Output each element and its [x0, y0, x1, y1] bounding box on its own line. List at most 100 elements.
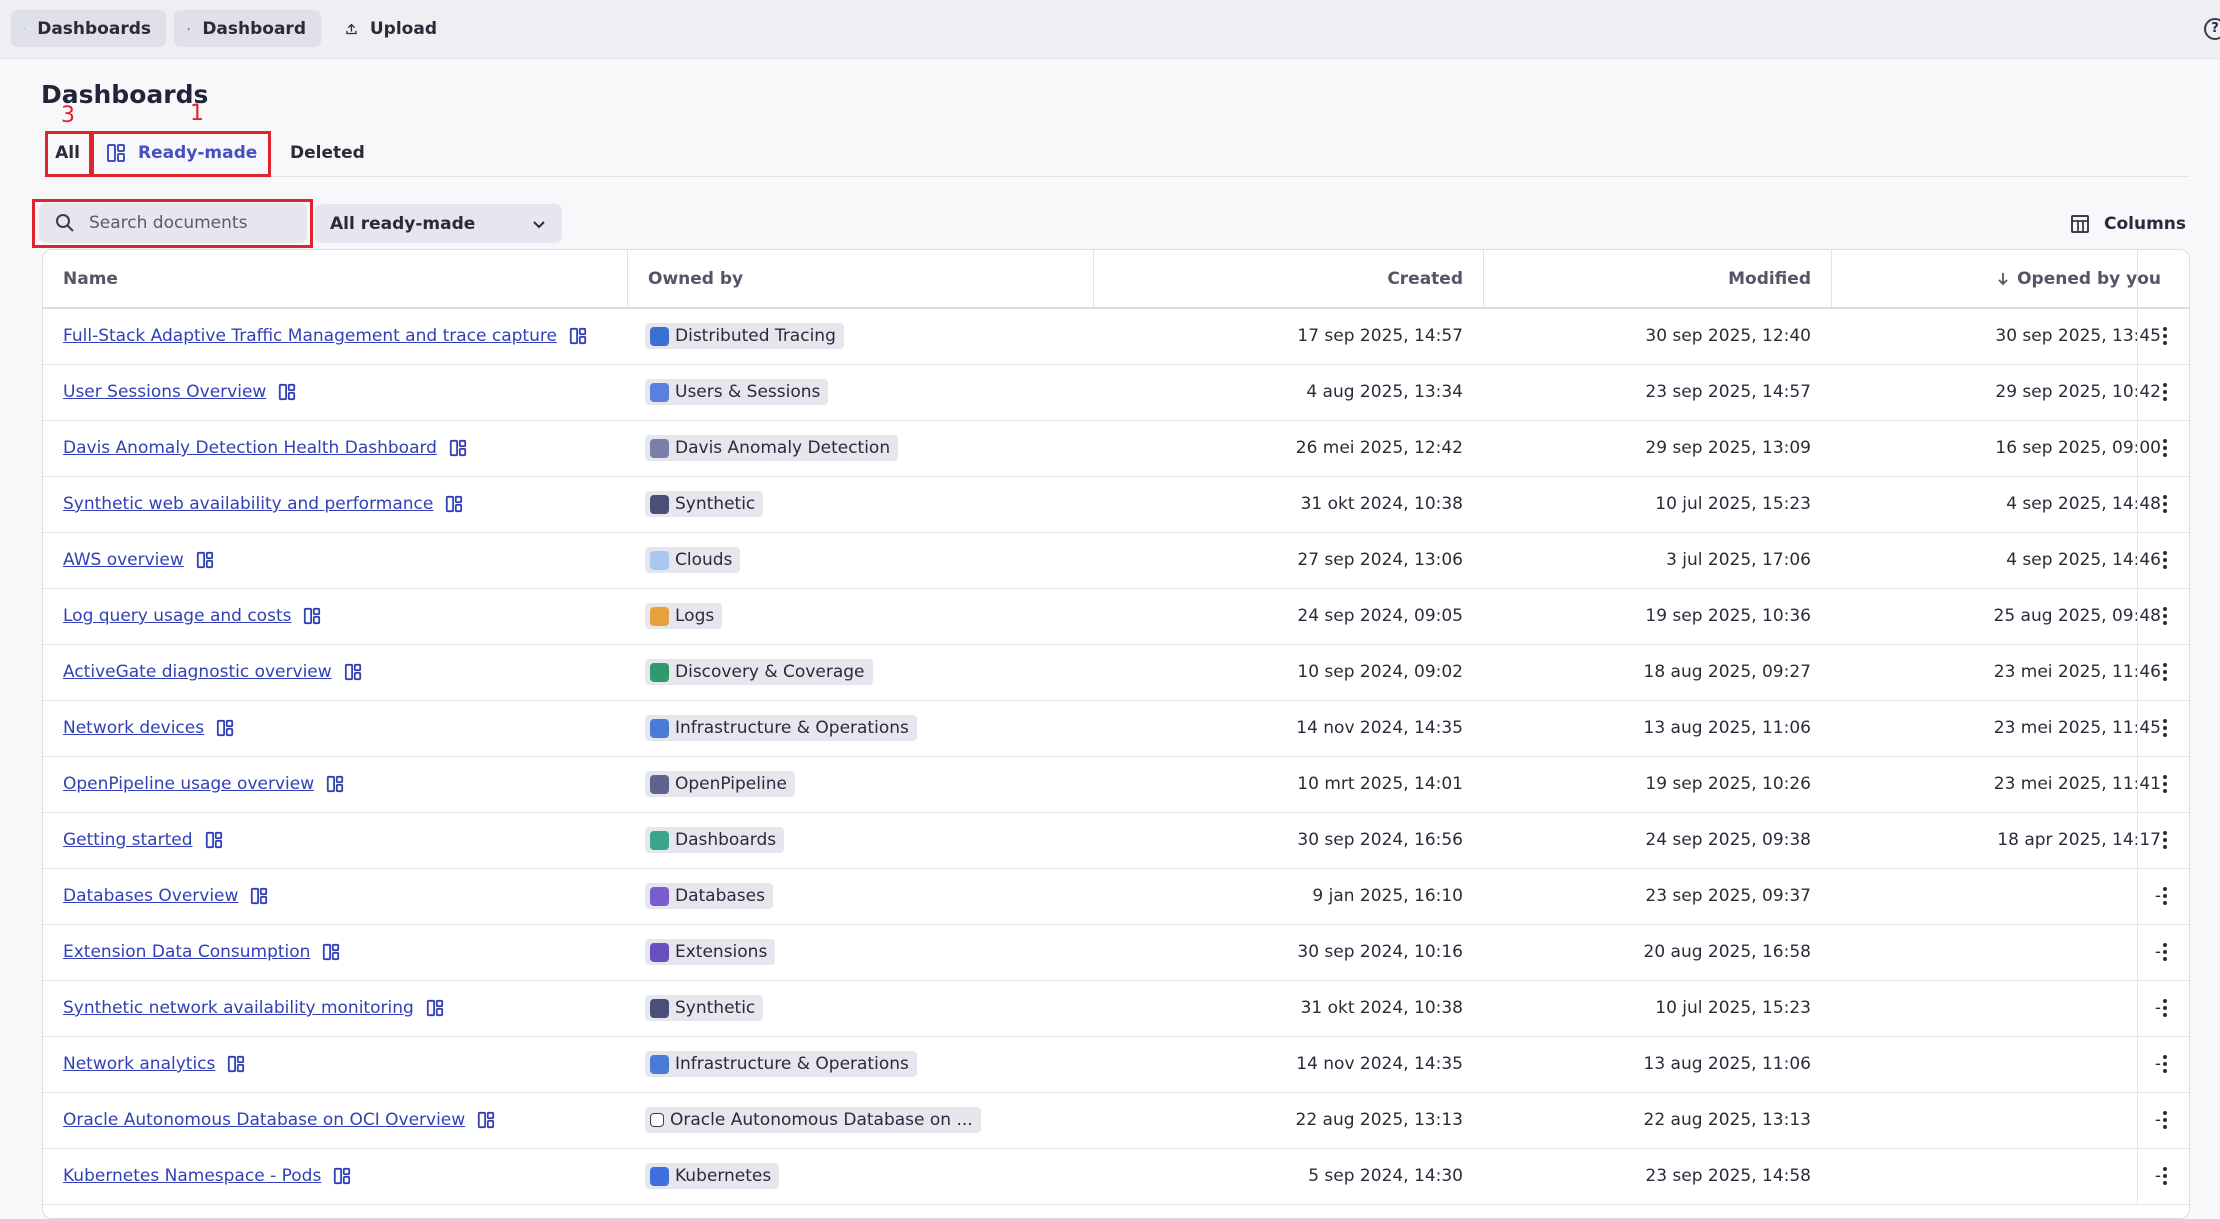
dashboard-link[interactable]: ActiveGate diagnostic overview — [63, 662, 332, 682]
dashboard-link[interactable]: Log query usage and costs — [63, 606, 291, 626]
table-row[interactable]: Synthetic network availability monitorin… — [43, 980, 2189, 1037]
table-row[interactable]: Network devicesInfrastructure & Operatio… — [43, 700, 2189, 757]
row-actions-button[interactable] — [2137, 868, 2190, 924]
table-row[interactable]: User Sessions OverviewUsers & Sessions4 … — [43, 364, 2189, 421]
dashboard-link[interactable]: Full-Stack Adaptive Traffic Management a… — [63, 326, 557, 346]
sort-descending-icon — [1997, 272, 2009, 286]
dashboard-link[interactable]: Synthetic network availability monitorin… — [63, 998, 414, 1018]
table-row[interactable]: Davis Anomaly Detection Health Dashboard… — [43, 420, 2189, 477]
opened-cell: 18 apr 2025, 14:17 — [1831, 812, 2161, 868]
opened-cell: - — [1831, 1092, 2161, 1148]
row-actions-button[interactable] — [2137, 532, 2190, 588]
table-row[interactable]: ActiveGate diagnostic overview Discovery … — [43, 644, 2189, 701]
created-cell: 4 aug 2025, 13:34 — [1093, 364, 1463, 420]
modified-cell: 13 aug 2025, 11:06 — [1483, 700, 1811, 756]
modified-cell: 22 aug 2025, 13:13 — [1483, 1092, 1811, 1148]
dashboard-link[interactable]: Kubernetes Namespace - Pods — [63, 1166, 321, 1186]
ready-made-icon — [250, 887, 268, 905]
dashboard-link[interactable]: Davis Anomaly Detection Health Dashboard — [63, 438, 437, 458]
column-header-created[interactable]: Created — [1093, 250, 1483, 307]
owner-label: Logs — [675, 606, 714, 626]
dashboard-link[interactable]: Oracle Autonomous Database on OCI Overvi… — [63, 1110, 465, 1130]
row-actions-button[interactable] — [2137, 1092, 2190, 1148]
ready-made-filter-select[interactable]: All ready-made — [315, 204, 562, 243]
help-icon[interactable]: ? — [2204, 18, 2220, 40]
owner-badge: Kubernetes — [645, 1163, 779, 1189]
table-row[interactable]: Network analytics Infrastructure & Operat… — [43, 1036, 2189, 1093]
table-row[interactable]: AWS overviewClouds27 sep 2024, 13:063 ju… — [43, 532, 2189, 589]
created-cell: 30 sep 2024, 16:56 — [1093, 812, 1463, 868]
table-row[interactable]: Oracle Autonomous Database on OCI Overvi… — [43, 1092, 2189, 1149]
owner-app-icon — [650, 943, 669, 962]
owner-label: Synthetic — [675, 998, 755, 1018]
table-row[interactable]: Getting startedDashboards30 sep 2024, 16… — [43, 812, 2189, 869]
columns-button[interactable]: Columns — [2070, 208, 2186, 240]
owner-label: Clouds — [675, 550, 732, 570]
name-cell: Getting started — [63, 812, 623, 868]
modified-cell: 30 sep 2025, 12:40 — [1483, 308, 1811, 364]
owner-badge: Distributed Tracing — [645, 323, 844, 349]
upload-icon — [345, 19, 358, 39]
ready-made-icon — [449, 439, 467, 457]
row-actions-button[interactable] — [2137, 812, 2190, 868]
row-actions-button[interactable] — [2137, 644, 2190, 700]
created-cell: 31 okt 2024, 10:38 — [1093, 980, 1463, 1036]
dashboards-app-button[interactable]: Dashboards — [11, 10, 166, 47]
owner-cell: Extensions — [645, 924, 1085, 980]
owner-label: Infrastructure & Operations — [675, 1054, 909, 1074]
dashboard-link[interactable]: AWS overview — [63, 550, 184, 570]
owner-label: Oracle Autonomous Database on ... — [670, 1110, 973, 1130]
owner-label: Davis Anomaly Detection — [675, 438, 890, 458]
row-actions-button[interactable] — [2137, 980, 2190, 1036]
table-row[interactable]: Full-Stack Adaptive Traffic Management a… — [43, 308, 2189, 365]
table-row[interactable]: OpenPipeline usage overviewOpenPipeline1… — [43, 756, 2189, 813]
row-actions-button[interactable] — [2137, 924, 2190, 980]
row-actions-button[interactable] — [2137, 308, 2190, 364]
opened-cell: 23 mei 2025, 11:41 — [1831, 756, 2161, 812]
dashboard-link[interactable]: Network devices — [63, 718, 204, 738]
upload-label: Upload — [370, 19, 437, 39]
dashboard-link[interactable]: OpenPipeline usage overview — [63, 774, 314, 794]
owner-cell: Kubernetes — [645, 1148, 1085, 1204]
row-actions-button[interactable] — [2137, 1036, 2190, 1092]
dashboard-link[interactable]: Getting started — [63, 830, 193, 850]
row-actions-button[interactable] — [2137, 756, 2190, 812]
table-row[interactable]: Extension Data ConsumptionExtensions30 s… — [43, 924, 2189, 981]
opened-cell: 23 mei 2025, 11:46 — [1831, 644, 2161, 700]
new-dashboard-button[interactable]: Dashboard — [174, 10, 321, 47]
dashboard-link[interactable]: Synthetic web availability and performan… — [63, 494, 433, 514]
row-actions-button[interactable] — [2137, 700, 2190, 756]
more-vertical-icon — [2163, 887, 2167, 905]
dashboard-link[interactable]: User Sessions Overview — [63, 382, 266, 402]
table-row[interactable]: Synthetic web availability and performan… — [43, 476, 2189, 533]
more-vertical-icon — [2163, 439, 2167, 457]
table-row[interactable]: Kubernetes Namespace - PodsKubernetes5 s… — [43, 1148, 2189, 1205]
owner-app-icon — [650, 1113, 664, 1127]
filter-value: All ready-made — [330, 214, 475, 234]
row-actions-button[interactable] — [2137, 476, 2190, 532]
row-actions-button[interactable] — [2137, 420, 2190, 476]
column-header-opened-by-you[interactable]: Opened by you — [1831, 250, 2181, 307]
search-input[interactable]: Search documents — [39, 203, 307, 243]
owner-badge: Logs — [645, 603, 722, 629]
row-actions-button[interactable] — [2137, 1148, 2190, 1204]
column-header-owned-by[interactable]: Owned by — [627, 250, 1093, 307]
table-row[interactable]: Databases OverviewDatabases9 jan 2025, 1… — [43, 868, 2189, 925]
row-actions-button[interactable] — [2137, 588, 2190, 644]
row-actions-button[interactable] — [2137, 364, 2190, 420]
ready-made-icon — [196, 551, 214, 569]
dashboard-link[interactable]: Extension Data Consumption — [63, 942, 310, 962]
owner-badge: Discovery & Coverage — [645, 659, 873, 685]
modified-cell: 10 jul 2025, 15:23 — [1483, 476, 1811, 532]
column-header-modified[interactable]: Modified — [1483, 250, 1831, 307]
new-dashboard-label: Dashboard — [202, 19, 306, 39]
upload-button[interactable]: Upload — [332, 10, 452, 47]
column-header-name[interactable]: Name — [43, 250, 627, 307]
table-row[interactable]: Log query usage and costsLogs24 sep 2024… — [43, 588, 2189, 645]
opened-cell: - — [1831, 1036, 2161, 1092]
dashboard-link[interactable]: Databases Overview — [63, 886, 238, 906]
tab-deleted[interactable]: Deleted — [276, 130, 386, 176]
name-cell: Full-Stack Adaptive Traffic Management a… — [63, 308, 623, 364]
dashboard-link[interactable]: Network analytics — [63, 1054, 215, 1074]
opened-cell: 16 sep 2025, 09:00 — [1831, 420, 2161, 476]
